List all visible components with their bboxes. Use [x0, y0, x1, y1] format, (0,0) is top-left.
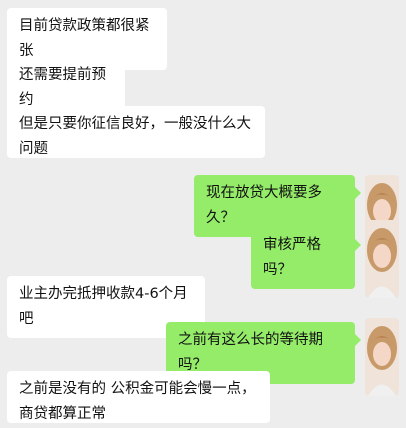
message-incoming[interactable]: 之前是没有的 公积金可能会慢一点，商贷都算正常	[7, 371, 270, 423]
user-avatar-icon	[365, 318, 399, 396]
chat-history: 目前贷款政策都很紧张 还需要提前预约 但是只要你征信良好，一般没什么大问题 现在…	[0, 0, 406, 428]
avatar[interactable]	[365, 220, 399, 298]
avatar[interactable]	[365, 318, 399, 396]
message-outgoing[interactable]: 审核严格吗？	[251, 227, 361, 289]
message-incoming[interactable]: 但是只要你征信良好，一般没什么大问题	[7, 106, 265, 158]
user-avatar-icon	[365, 220, 399, 298]
